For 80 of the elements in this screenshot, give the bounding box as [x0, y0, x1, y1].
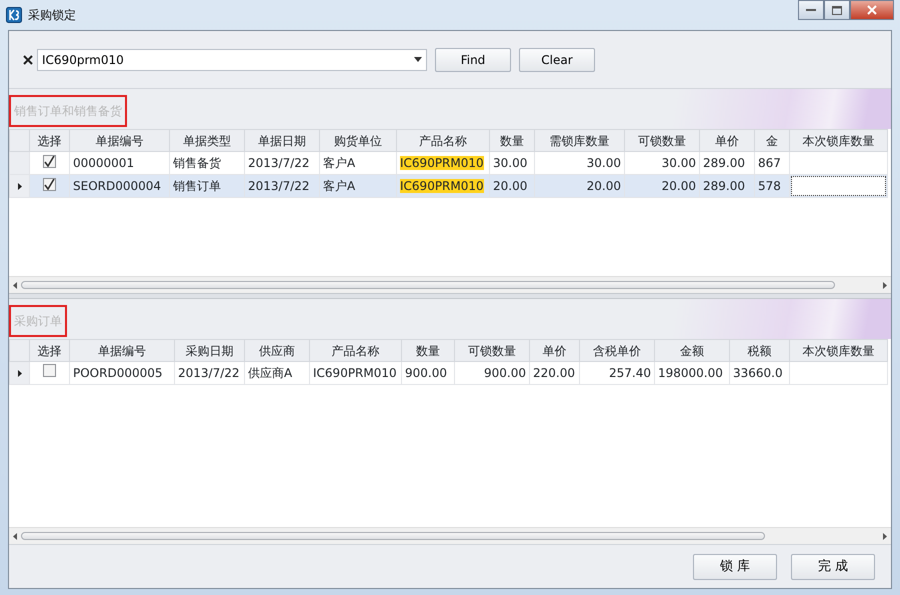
table-cell: 2013/7/22 [248, 156, 310, 170]
search-button[interactable]: Clear [519, 48, 595, 72]
table-cell: 900.00 [484, 366, 526, 380]
column-header: 含税单价 [580, 340, 654, 362]
table-cell: 销售订单 [173, 179, 221, 193]
column-header: 本次锁库数量 [790, 340, 888, 362]
column-header: 单据日期 [244, 130, 320, 152]
close-icon [867, 5, 877, 15]
table-cell: IC690PRM010 [313, 366, 397, 380]
section-title: 销售订单和销售备货 [9, 95, 127, 127]
table-cell: 578 [758, 179, 781, 193]
clear-icon[interactable] [23, 54, 33, 64]
minimize-icon [806, 9, 816, 11]
column-header: 数量 [402, 340, 454, 362]
table-cell: IC690PRM010 [400, 156, 484, 170]
table-cell: 20.00 [662, 179, 696, 193]
table-cell: 867 [758, 156, 781, 170]
column-header: 供应商 [244, 340, 310, 362]
column-header: 需锁库数量 [534, 130, 624, 152]
column-header: 本次锁库数量 [790, 130, 888, 152]
scroll-right-icon[interactable] [883, 282, 887, 288]
table-cell: 198000.00 [658, 366, 723, 380]
table-cell: 289.00 [703, 179, 745, 193]
column-header: 数量 [490, 130, 534, 152]
checkbox[interactable] [43, 155, 56, 168]
column-header: 单据编号 [70, 130, 170, 152]
column-header: 采购日期 [174, 340, 244, 362]
table-cell: 900.00 [405, 366, 447, 380]
window-title: 采购锁定 [28, 7, 76, 24]
column-header: 单价 [700, 130, 754, 152]
search-field[interactable]: IC690prm010 [42, 50, 414, 68]
table-cell: 220.00 [533, 366, 575, 380]
column-header: 产品名称 [310, 340, 402, 362]
column-header: 可锁数量 [454, 340, 530, 362]
section-title: 采购订单 [9, 305, 67, 337]
table-cell: 30.00 [586, 156, 621, 170]
table-cell: 00000001 [73, 156, 134, 170]
table-cell: 30.00 [662, 156, 696, 170]
table-cell: 20.00 [586, 179, 621, 193]
table-cell: 2013/7/22 [178, 366, 240, 380]
table-cell: IC690PRM010 [400, 179, 484, 193]
column-header: 可锁数量 [624, 130, 700, 152]
search-dropdown[interactable]: IC690prm010 [37, 48, 427, 70]
checkbox[interactable] [43, 364, 56, 377]
column-header: 选择 [30, 340, 70, 362]
column-header: 产品名称 [396, 130, 490, 152]
table-cell: 客户A [323, 156, 356, 170]
column-header: 选择 [30, 130, 70, 152]
table-cell: SEORD000004 [73, 179, 162, 193]
column-header: 税额 [730, 340, 790, 362]
column-header: 单价 [530, 340, 580, 362]
caret-icon [414, 57, 422, 62]
column-header: 单据编号 [70, 340, 174, 362]
scroll-right-icon[interactable] [883, 532, 887, 540]
table-cell: 2013/7/22 [248, 179, 310, 193]
table-cell: 供应商A [248, 366, 292, 380]
table-cell: 30.00 [493, 156, 528, 170]
table-cell: 销售备货 [173, 156, 221, 170]
close-button[interactable] [850, 0, 894, 20]
table-cell: 33660.0 [733, 366, 783, 380]
maximize-icon [832, 6, 842, 14]
column-header: 金 [754, 130, 790, 152]
table-cell: 20.00 [493, 179, 528, 193]
dialog-button[interactable]: 完 成 [791, 554, 875, 580]
app-logo-icon [6, 7, 22, 23]
scroll-left-icon[interactable] [13, 282, 17, 288]
scroll-left-icon[interactable] [13, 532, 17, 540]
focused-cell[interactable] [791, 176, 886, 196]
minimize-button[interactable] [798, 0, 824, 20]
checkbox[interactable] [43, 178, 56, 191]
column-header: 购货单位 [320, 130, 396, 152]
maximize-button[interactable] [824, 0, 850, 20]
dialog-button[interactable]: 锁 库 [693, 554, 777, 580]
column-header: 单据类型 [170, 130, 244, 152]
table-cell: POORD000005 [73, 366, 163, 380]
column-header: 金额 [654, 340, 730, 362]
table-cell: 257.40 [609, 366, 651, 380]
table-cell: 客户A [323, 179, 356, 193]
table-cell: 289.00 [703, 156, 745, 170]
search-button[interactable]: Find [435, 48, 511, 72]
